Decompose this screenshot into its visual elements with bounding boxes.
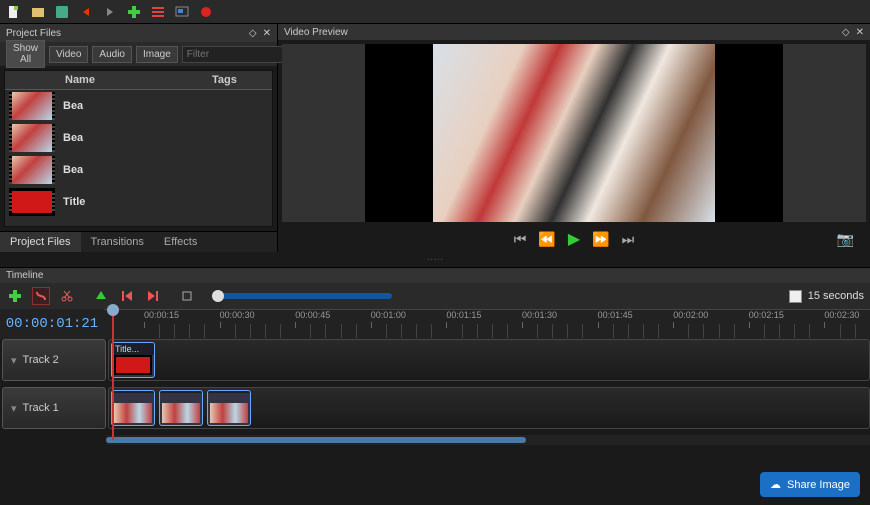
- video-preview-header: Video Preview ◇ ✕: [278, 24, 870, 40]
- ruler-tick: 00:01:00: [371, 310, 406, 320]
- track-2-label[interactable]: Track 2: [2, 339, 106, 381]
- duration-checkbox[interactable]: [789, 290, 802, 303]
- screen-icon[interactable]: [174, 4, 190, 20]
- filter-show-all-button[interactable]: Show All: [6, 40, 45, 68]
- column-name[interactable]: Name: [61, 74, 212, 86]
- file-row[interactable]: Bea: [5, 90, 272, 122]
- ruler-tick: 00:01:30: [522, 310, 557, 320]
- list-icon[interactable]: [150, 4, 166, 20]
- tab-effects[interactable]: Effects: [154, 232, 207, 252]
- project-files-table: Name Tags Bea Bea Bea Title: [4, 70, 273, 227]
- duration-label: 15 seconds: [808, 290, 864, 302]
- tracks-area: Track 2 Title... Track 1: [0, 339, 870, 445]
- filter-image-button[interactable]: Image: [136, 46, 178, 63]
- file-row[interactable]: Bea: [5, 122, 272, 154]
- video-clip[interactable]: [159, 390, 203, 426]
- save-icon[interactable]: [54, 4, 70, 20]
- share-image-button[interactable]: ☁ Share Image: [760, 472, 860, 497]
- ruler-tick: 00:00:45: [295, 310, 330, 320]
- tab-transitions[interactable]: Transitions: [81, 232, 154, 252]
- filter-video-button[interactable]: Video: [49, 46, 88, 63]
- video-frame: [433, 44, 715, 222]
- filter-bar: Show All Video Audio Image ⌫: [0, 42, 277, 66]
- center-icon[interactable]: [178, 287, 196, 305]
- skip-start-icon[interactable]: ⏮: [514, 231, 527, 248]
- time-ruler[interactable]: 00:00:15 00:00:30 00:00:45 00:01:00 00:01:15…: [104, 309, 870, 339]
- timeline-toolbar: 15 seconds: [0, 283, 870, 309]
- video-clip[interactable]: [111, 390, 155, 426]
- dock-icon[interactable]: ◇: [842, 27, 850, 38]
- next-marker-icon[interactable]: [144, 287, 162, 305]
- preview-canvas[interactable]: [365, 44, 783, 222]
- playhead[interactable]: [112, 310, 114, 440]
- close-panel-icon[interactable]: ✕: [856, 27, 864, 38]
- record-icon[interactable]: [198, 4, 214, 20]
- ruler-tick: 00:01:15: [446, 310, 481, 320]
- forward-icon[interactable]: ⏩: [592, 231, 609, 248]
- horizontal-scrollbar[interactable]: [106, 435, 870, 445]
- file-name: Bea: [63, 132, 268, 144]
- add-track-icon[interactable]: [6, 287, 24, 305]
- ruler-tick: 00:00:30: [220, 310, 255, 320]
- file-name: Title: [63, 196, 268, 208]
- resize-handle[interactable]: ·····: [0, 252, 870, 267]
- playback-controls: ⏮ ⏪ ▶ ⏩ ⏭ 📷: [278, 226, 870, 252]
- dock-icon[interactable]: ◇: [249, 28, 257, 39]
- title-clip[interactable]: Title...: [111, 342, 155, 378]
- prev-marker-icon[interactable]: [118, 287, 136, 305]
- thumbnail-icon: [9, 124, 55, 152]
- ruler-tick: 00:02:30: [824, 310, 859, 320]
- video-clip[interactable]: [207, 390, 251, 426]
- snapshot-icon[interactable]: 📷: [837, 231, 854, 248]
- current-time-display: 00:00:01:21: [0, 309, 104, 339]
- open-file-icon[interactable]: [30, 4, 46, 20]
- file-name: Bea: [63, 100, 268, 112]
- redo-icon[interactable]: [102, 4, 118, 20]
- project-files-title: Project Files: [6, 28, 61, 39]
- ruler-tick: 00:02:15: [749, 310, 784, 320]
- thumbnail-icon: [9, 156, 55, 184]
- skip-end-icon[interactable]: ⏭: [622, 231, 635, 248]
- new-file-icon[interactable]: [6, 4, 22, 20]
- undo-icon[interactable]: [78, 4, 94, 20]
- preview-area: [282, 44, 866, 222]
- share-label: Share Image: [787, 479, 850, 491]
- ruler-tick: 00:02:00: [673, 310, 708, 320]
- zoom-slider[interactable]: [212, 293, 392, 299]
- file-row[interactable]: Title: [5, 186, 272, 218]
- ruler-tick: 00:00:15: [144, 310, 179, 320]
- cut-icon[interactable]: [58, 287, 76, 305]
- title-thumbnail-icon: [9, 188, 55, 216]
- video-preview-title: Video Preview: [284, 27, 348, 38]
- track-2-content[interactable]: Title...: [108, 339, 870, 381]
- play-icon[interactable]: ▶: [568, 229, 580, 249]
- filter-audio-button[interactable]: Audio: [92, 46, 132, 63]
- file-row[interactable]: Bea: [5, 154, 272, 186]
- column-tags[interactable]: Tags: [212, 74, 272, 86]
- left-tabs: Project Files Transitions Effects: [0, 231, 277, 252]
- share-icon: ☁: [770, 478, 781, 491]
- snap-icon[interactable]: [32, 287, 50, 305]
- main-toolbar: [0, 0, 870, 24]
- track-1-label[interactable]: Track 1: [2, 387, 106, 429]
- tab-project-files[interactable]: Project Files: [0, 232, 81, 252]
- close-panel-icon[interactable]: ✕: [263, 28, 271, 39]
- add-icon[interactable]: [126, 4, 142, 20]
- timeline-section: Timeline 15 seconds 00:00:01:21 00:00:15…: [0, 267, 870, 445]
- video-preview-panel: Video Preview ◇ ✕ ⏮ ⏪ ▶ ⏩ ⏭ 📷: [278, 24, 870, 252]
- rewind-icon[interactable]: ⏪: [538, 231, 555, 248]
- ruler-tick: 00:01:45: [598, 310, 633, 320]
- thumbnail-icon: [9, 92, 55, 120]
- clip-label: Title...: [112, 343, 154, 355]
- file-name: Bea: [63, 164, 268, 176]
- timeline-header: Timeline: [0, 268, 870, 283]
- marker-icon[interactable]: [92, 287, 110, 305]
- project-files-panel: Project Files ◇ ✕ Show All Video Audio I…: [0, 24, 278, 252]
- track-1-content[interactable]: [108, 387, 870, 429]
